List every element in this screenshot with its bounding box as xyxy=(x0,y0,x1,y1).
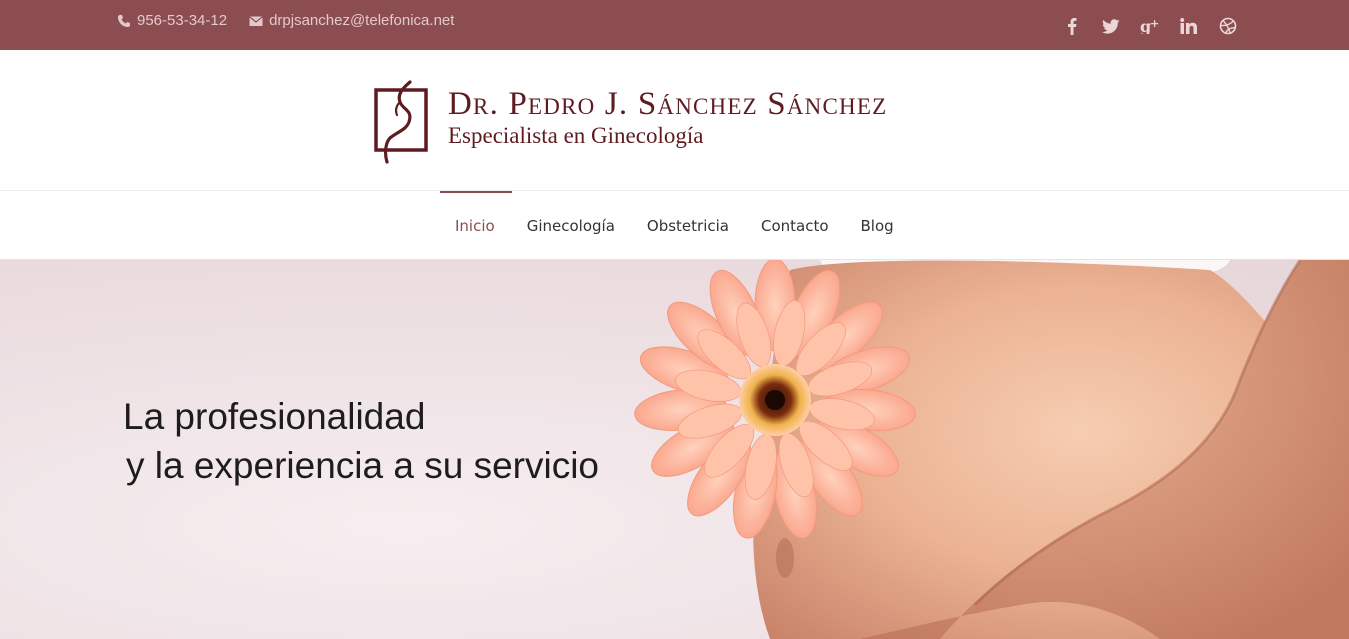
header-logo-area: Dr. Pedro J. Sánchez Sánchez Especialist… xyxy=(0,50,1349,191)
phone-icon xyxy=(118,14,130,27)
logo-mark-icon[interactable] xyxy=(373,80,431,164)
nav-item-inicio[interactable]: Inicio xyxy=(440,191,512,260)
phone-link[interactable]: 956-53-34-12 xyxy=(117,12,227,29)
nav-item-contacto[interactable]: Contacto xyxy=(746,191,846,260)
nav-item-ginecologia[interactable]: Ginecología xyxy=(512,191,632,260)
hero-line-1: La profesionalidad xyxy=(123,396,426,437)
social-links: g + xyxy=(1062,15,1238,37)
main-navigation: Inicio Ginecología Obstetricia Contacto … xyxy=(0,191,1349,260)
twitter-icon[interactable] xyxy=(1101,15,1121,37)
brand-subtitle: Especialista en Ginecología xyxy=(448,123,704,148)
hero-line-2: y la experiencia a su servicio xyxy=(126,445,599,486)
hero-headline: La profesionalidad y la experiencia a su… xyxy=(123,392,599,490)
svg-text:+: + xyxy=(1150,18,1159,30)
phone-number: 956-53-34-12 xyxy=(137,12,228,29)
dribbble-icon[interactable] xyxy=(1218,15,1238,37)
nav-item-blog[interactable]: Blog xyxy=(846,191,911,260)
google-plus-icon[interactable]: g + xyxy=(1140,15,1160,37)
top-bar: 956-53-34-12 drpjsanchez@telefonica.net … xyxy=(0,0,1349,50)
nav-item-obstetricia[interactable]: Obstetricia xyxy=(632,191,746,260)
envelope-icon xyxy=(249,15,263,26)
linkedin-icon[interactable] xyxy=(1179,15,1199,37)
email-address: drpjsanchez@telefonica.net xyxy=(269,12,455,29)
contact-info: 956-53-34-12 drpjsanchez@telefonica.net xyxy=(117,12,454,29)
brand-title[interactable]: Dr. Pedro J. Sánchez Sánchez xyxy=(448,86,887,123)
facebook-icon[interactable] xyxy=(1062,15,1082,37)
email-link[interactable]: drpjsanchez@telefonica.net xyxy=(249,12,454,29)
